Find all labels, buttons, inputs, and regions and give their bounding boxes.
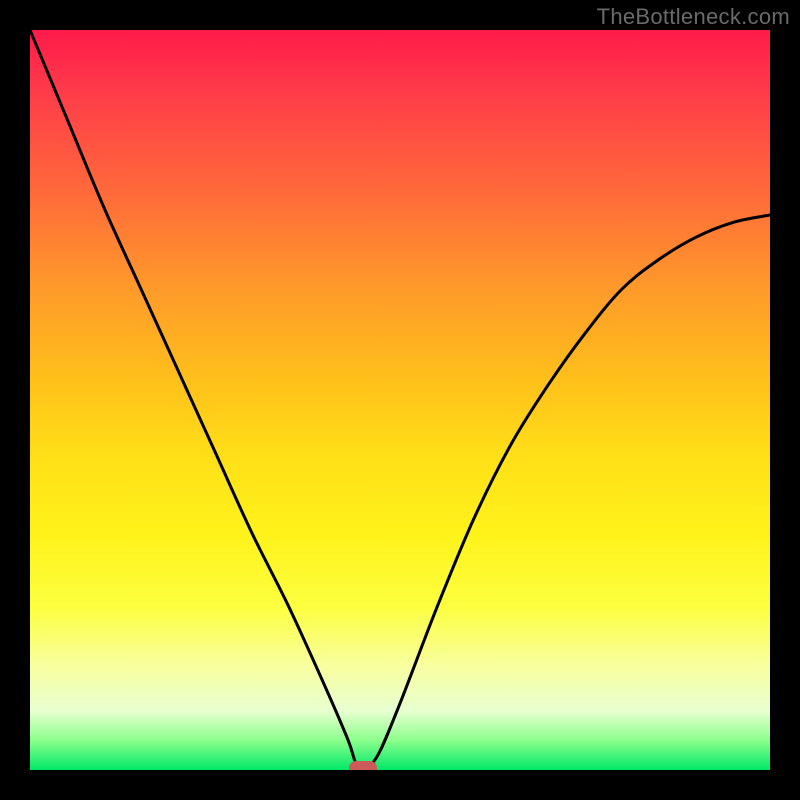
plot-area [30,30,770,770]
chart-frame: TheBottleneck.com [0,0,800,800]
watermark-text: TheBottleneck.com [597,4,790,30]
optimal-marker [349,761,377,770]
bottleneck-curve [30,30,770,770]
